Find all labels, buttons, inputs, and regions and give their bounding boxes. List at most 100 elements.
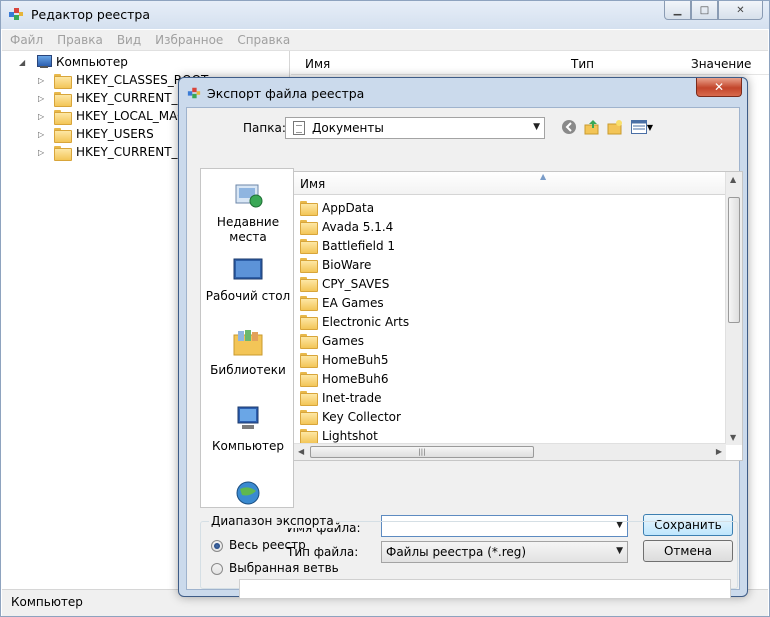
- menu-help[interactable]: Справка: [230, 30, 297, 47]
- file-row[interactable]: HomeBuh5: [300, 350, 389, 369]
- file-row[interactable]: Electronic Arts: [300, 312, 409, 331]
- menu-view[interactable]: Вид: [110, 30, 148, 47]
- folder-icon: [300, 315, 318, 330]
- file-row[interactable]: Battlefield 1: [300, 236, 395, 255]
- computer-icon: [35, 55, 52, 69]
- scroll-thumb[interactable]: [728, 197, 740, 323]
- folder-label: Папка:: [243, 121, 286, 135]
- branch-path-input[interactable]: [239, 579, 731, 599]
- file-row[interactable]: Avada 5.1.4: [300, 217, 393, 236]
- place-label: Библиотеки: [210, 363, 286, 377]
- dialog-close-button[interactable]: ✕: [696, 78, 742, 97]
- vertical-scrollbar[interactable]: ▲ ▼: [725, 172, 742, 445]
- recent-places-icon: [232, 179, 264, 211]
- folder-icon: [300, 391, 318, 406]
- minimize-button[interactable]: ▁: [664, 1, 691, 20]
- close-button[interactable]: ✕: [718, 1, 763, 20]
- file-name: HomeBuh6: [322, 371, 389, 386]
- file-name: Electronic Arts: [322, 314, 410, 329]
- all-registry-label[interactable]: Весь реестр: [229, 538, 306, 552]
- file-name: Avada 5.1.4: [322, 219, 394, 234]
- file-name: Lightshot: [322, 428, 378, 443]
- file-row[interactable]: AppData: [300, 198, 374, 217]
- expand-icon[interactable]: ▷: [38, 130, 47, 139]
- tree-item-computer[interactable]: ◢ Компьютер: [19, 53, 128, 71]
- tree-item-hku[interactable]: ▷ HKEY_USERS: [38, 125, 154, 143]
- horizontal-scrollbar[interactable]: ◀ ||| ▶: [294, 443, 726, 460]
- scroll-right-icon[interactable]: ▶: [716, 447, 722, 456]
- registry-editor-icon: [187, 87, 201, 99]
- scroll-up-icon[interactable]: ▲: [730, 175, 736, 184]
- folder-icon: [54, 109, 72, 125]
- expand-icon[interactable]: ▷: [38, 112, 47, 121]
- scroll-thumb[interactable]: |||: [310, 446, 534, 458]
- dialog-title: Экспорт файла реестра: [207, 86, 365, 101]
- libraries-icon: [232, 327, 264, 359]
- back-button[interactable]: [560, 118, 578, 136]
- scroll-left-icon[interactable]: ◀: [298, 447, 304, 456]
- file-name: AppData: [322, 200, 375, 215]
- folder-icon: [300, 410, 318, 425]
- values-list-header: Имя Тип Значение: [291, 51, 769, 75]
- expand-icon[interactable]: ▷: [38, 76, 47, 85]
- maximize-button[interactable]: □: [691, 1, 718, 20]
- folder-icon: [300, 239, 318, 254]
- column-value[interactable]: Значение: [691, 57, 751, 71]
- folder-icon: [54, 127, 72, 143]
- menu-favorites[interactable]: Избранное: [148, 30, 230, 47]
- new-folder-button[interactable]: [606, 118, 624, 136]
- file-name: BioWare: [322, 257, 372, 272]
- file-row[interactable]: CPY_SAVES: [300, 274, 389, 293]
- expand-icon[interactable]: ▷: [38, 148, 47, 157]
- folder-combo[interactable]: Документы ▼: [285, 117, 545, 139]
- status-text: Компьютер: [11, 595, 83, 609]
- file-name: Battlefield 1: [322, 238, 396, 253]
- documents-icon: [293, 121, 305, 135]
- radio-all-registry[interactable]: [211, 540, 223, 552]
- folder-icon: [300, 258, 318, 273]
- tree-item-label: HKEY_USERS: [76, 127, 154, 141]
- menu-bar: Файл Правка Вид Избранное Справка: [2, 30, 768, 51]
- folder-icon: [300, 429, 318, 444]
- desktop-icon: [232, 253, 264, 285]
- file-row[interactable]: BioWare: [300, 255, 371, 274]
- up-folder-icon: [584, 120, 599, 135]
- window-title: Редактор реестра: [31, 7, 150, 22]
- tree-item-label: Компьютер: [56, 55, 128, 69]
- folder-icon: [54, 145, 72, 161]
- file-name: CPY_SAVES: [322, 276, 390, 291]
- menu-file[interactable]: Файл: [2, 30, 50, 47]
- file-row[interactable]: Key Collector: [300, 407, 401, 426]
- radio-selected-branch[interactable]: [211, 563, 223, 575]
- folder-icon: [300, 372, 318, 387]
- close-icon: ✕: [736, 4, 745, 16]
- view-menu-button[interactable]: ▼: [629, 118, 655, 136]
- menu-edit[interactable]: Правка: [50, 30, 110, 47]
- folder-icon: [300, 334, 318, 349]
- column-name[interactable]: Имя: [300, 177, 325, 191]
- title-bar: Редактор реестра ▁ □ ✕: [1, 1, 769, 29]
- back-arrow-icon: [562, 120, 576, 134]
- up-folder-button[interactable]: [583, 118, 601, 136]
- file-row[interactable]: EA Games: [300, 293, 384, 312]
- file-name: Inet-trade: [322, 390, 382, 405]
- file-row[interactable]: HomeBuh6: [300, 369, 389, 388]
- collapse-icon[interactable]: ◢: [19, 58, 28, 67]
- column-type[interactable]: Тип: [571, 57, 594, 71]
- chevron-down-icon: ▼: [646, 122, 654, 132]
- scroll-down-icon[interactable]: ▼: [730, 433, 736, 442]
- file-row[interactable]: Inet-trade: [300, 388, 382, 407]
- file-name: Key Collector: [322, 409, 401, 424]
- registry-editor-icon: [9, 8, 23, 20]
- sort-ascending-icon: ▲: [540, 172, 547, 181]
- column-name[interactable]: Имя: [305, 57, 330, 71]
- place-desktop[interactable]: Рабочий стол: [201, 253, 293, 304]
- place-recent[interactable]: Недавние места: [201, 179, 293, 245]
- place-network[interactable]: [201, 479, 293, 507]
- expand-icon[interactable]: ▷: [38, 94, 47, 103]
- file-row[interactable]: Games: [300, 331, 364, 350]
- place-libraries[interactable]: Библиотеки: [201, 327, 293, 378]
- selected-branch-label[interactable]: Выбранная ветвь: [229, 561, 339, 575]
- export-dialog: Экспорт файла реестра ✕ Папка: Документы…: [178, 77, 748, 599]
- place-computer[interactable]: Компьютер: [201, 403, 293, 454]
